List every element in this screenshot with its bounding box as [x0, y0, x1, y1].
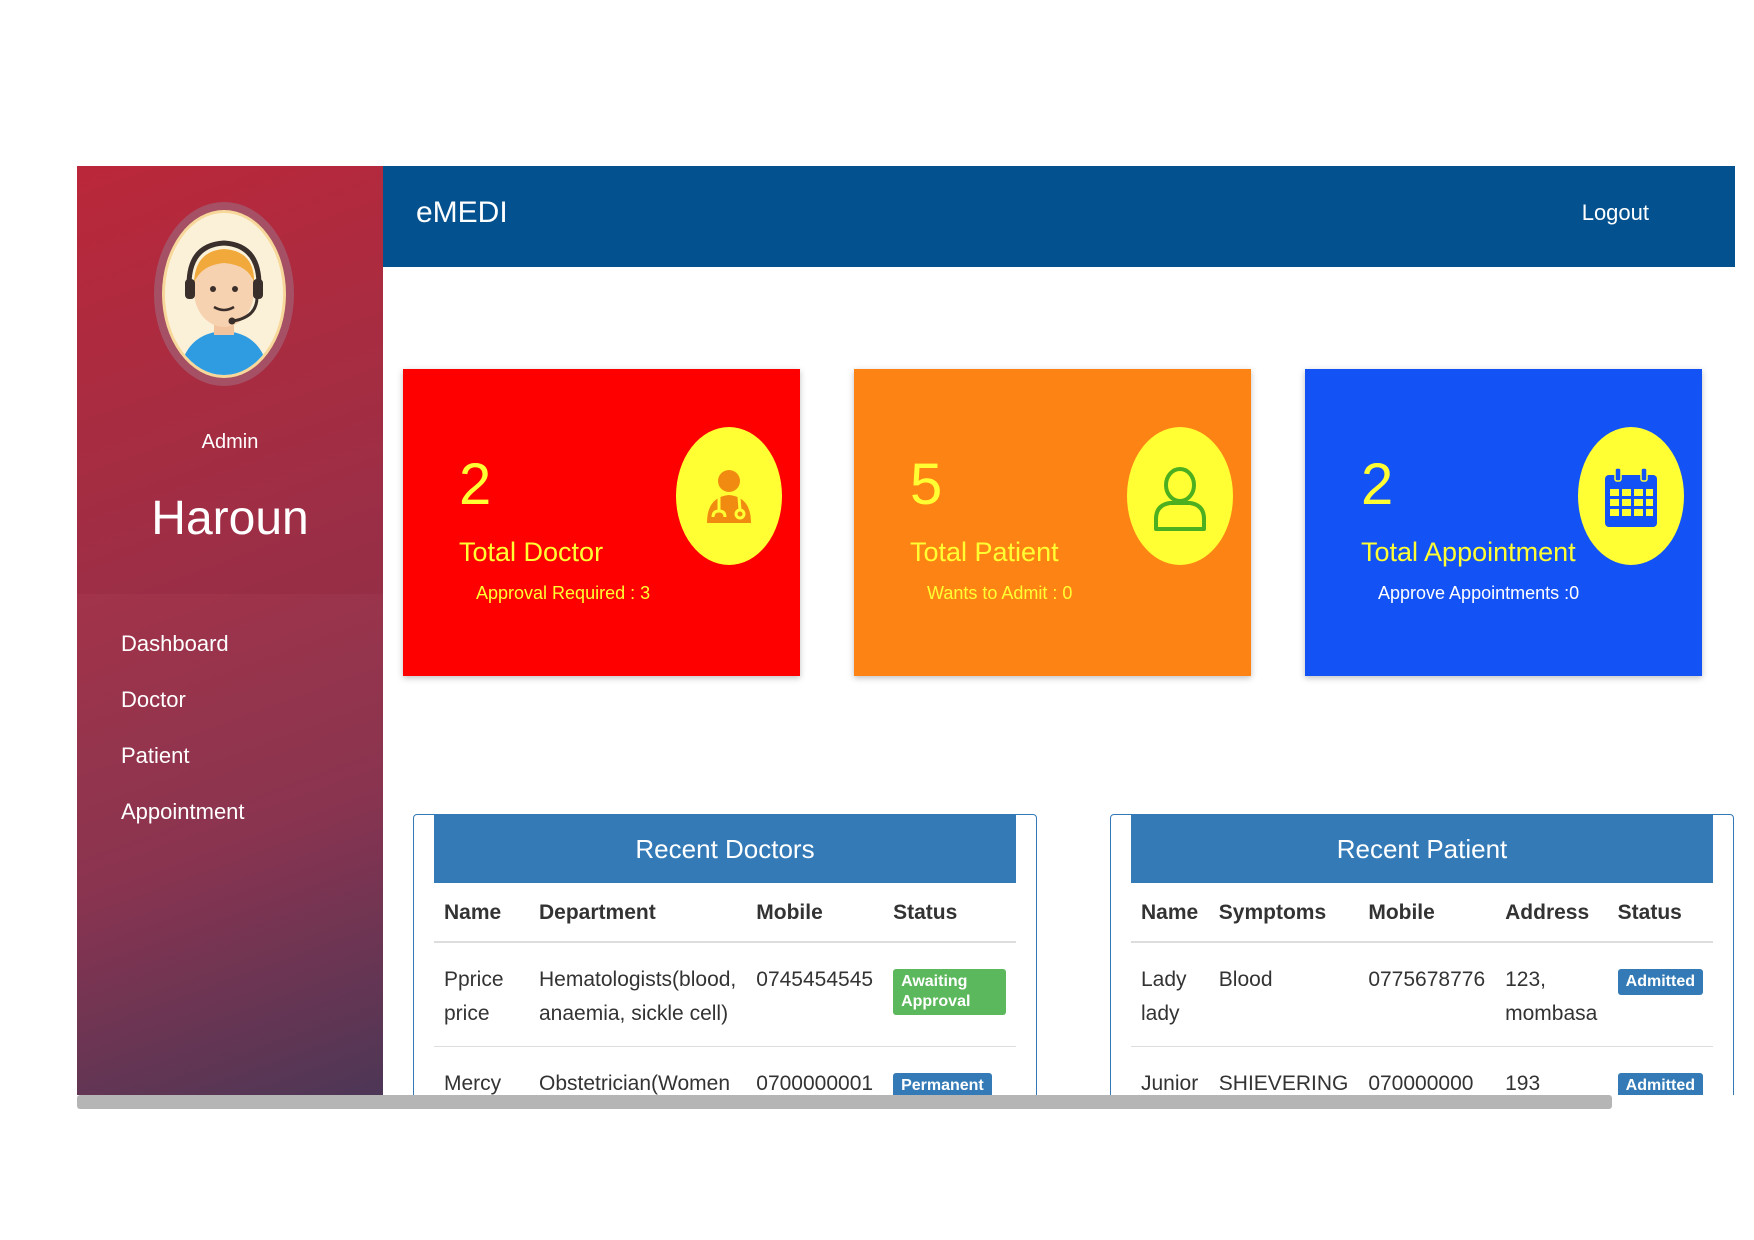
table-header-row: Name Department Mobile Status [434, 883, 1016, 943]
doctor-mobile: 0700000001 [746, 1046, 884, 1095]
sidebar-item-doctor[interactable]: Doctor [121, 672, 245, 728]
doctor-name: Mercy [434, 1046, 529, 1095]
column-header: Mobile [746, 883, 884, 943]
patient-status-cell: Admitted [1607, 942, 1713, 1047]
appointment-approve-text: Approve Appointments :0 [1378, 583, 1580, 603]
table-row: Mercy Obstetrician(Women 0700000001 Perm… [434, 1046, 1016, 1095]
doctor-department: Hematologists(blood, anaemia, sickle cel… [529, 942, 747, 1047]
top-navbar: eMEDI Logout [383, 166, 1735, 267]
doctor-mobile: 0745454545 [746, 942, 884, 1047]
patient-address: 193 [1495, 1046, 1608, 1095]
doctor-status-cell: Awaiting Approval [883, 942, 1016, 1047]
sidebar-nav: Dashboard Doctor Patient Appointment [121, 616, 245, 840]
recent-doctors-panel: Recent Doctors Name Department Mobile St… [413, 814, 1037, 1095]
column-header: Status [1607, 883, 1713, 943]
user-icon [1127, 427, 1233, 565]
status-badge: Admitted [1617, 1073, 1703, 1095]
total-appointment-card: 2 Total Appointment Approve Appointments… [1305, 369, 1702, 676]
logout-link[interactable]: Logout [1582, 200, 1649, 226]
sidebar-item-patient[interactable]: Patient [121, 728, 245, 784]
sidebar: Admin Haroun Dashboard Doctor Patient Ap… [77, 166, 383, 1095]
doctor-card-label: Total Doctor [459, 537, 604, 567]
patient-card-label: Total Patient [910, 537, 1059, 567]
recent-doctors-table: Name Department Mobile Status Pprice pri… [434, 883, 1016, 1095]
patient-admit-text: Wants to Admit : 0 [927, 583, 1073, 603]
status-badge: Awaiting Approval [893, 969, 1006, 1015]
app-window: Admin Haroun Dashboard Doctor Patient Ap… [77, 166, 1735, 1095]
column-header: Symptoms [1208, 883, 1359, 943]
brand-logo[interactable]: eMEDI [416, 196, 508, 230]
recent-patient-table: Name Symptoms Mobile Address Status Lady… [1131, 883, 1713, 1095]
status-badge: Admitted [1617, 969, 1703, 995]
sidebar-item-appointment[interactable]: Appointment [121, 784, 245, 840]
patient-name: Lady lady [1131, 942, 1209, 1047]
doctor-department: Obstetrician(Women [529, 1046, 747, 1095]
column-header: Status [883, 883, 1016, 943]
total-patient-card: 5 Total Patient Wants to Admit : 0 [854, 369, 1251, 676]
patient-address: 123, mombasa [1495, 942, 1608, 1047]
doctor-approval-text: Approval Required : 3 [476, 583, 651, 603]
doctor-icon [676, 427, 782, 565]
calendar-icon [1578, 427, 1684, 565]
appointment-card-label: Total Appointment [1361, 537, 1576, 567]
table-row: Lady lady Blood 0775678776 123, mombasa … [1131, 942, 1713, 1047]
patient-mobile: 0775678776 [1358, 942, 1496, 1047]
patient-count: 5 [910, 452, 943, 517]
table-row: Junior SHIEVERING 070000000 193 Admitted [1131, 1046, 1713, 1095]
table-row: Pprice price Hematologists(blood, anaemi… [434, 942, 1016, 1047]
column-header: Address [1495, 883, 1608, 943]
status-badge: Permanent [893, 1073, 992, 1095]
profile-section: Admin Haroun [77, 166, 383, 594]
user-role: Admin [201, 431, 259, 453]
patient-name: Junior [1131, 1046, 1209, 1095]
doctor-count: 2 [459, 452, 492, 517]
doctor-name: Pprice price [434, 942, 529, 1047]
recent-patient-panel: Recent Patient Name Symptoms Mobile Addr… [1110, 814, 1734, 1095]
horizontal-scrollbar[interactable] [77, 1095, 1612, 1109]
patient-status-cell: Admitted [1607, 1046, 1713, 1095]
column-header: Mobile [1358, 883, 1496, 943]
patient-symptoms: SHIEVERING [1208, 1046, 1359, 1095]
user-name: Haroun [151, 492, 309, 545]
column-header: Name [1131, 883, 1209, 943]
sidebar-item-dashboard[interactable]: Dashboard [121, 616, 245, 672]
column-header: Department [529, 883, 747, 943]
support-agent-icon [162, 210, 286, 378]
avatar [154, 202, 294, 386]
recent-patient-title: Recent Patient [1131, 815, 1713, 883]
recent-doctors-title: Recent Doctors [434, 815, 1016, 883]
appointment-count: 2 [1361, 452, 1394, 517]
total-doctor-card: 2 Total Doctor Approval Required : 3 [403, 369, 800, 676]
column-header: Name [434, 883, 529, 943]
patient-mobile: 070000000 [1358, 1046, 1496, 1095]
doctor-status-cell: Permanent [883, 1046, 1016, 1095]
table-header-row: Name Symptoms Mobile Address Status [1131, 883, 1713, 943]
patient-symptoms: Blood [1208, 942, 1359, 1047]
